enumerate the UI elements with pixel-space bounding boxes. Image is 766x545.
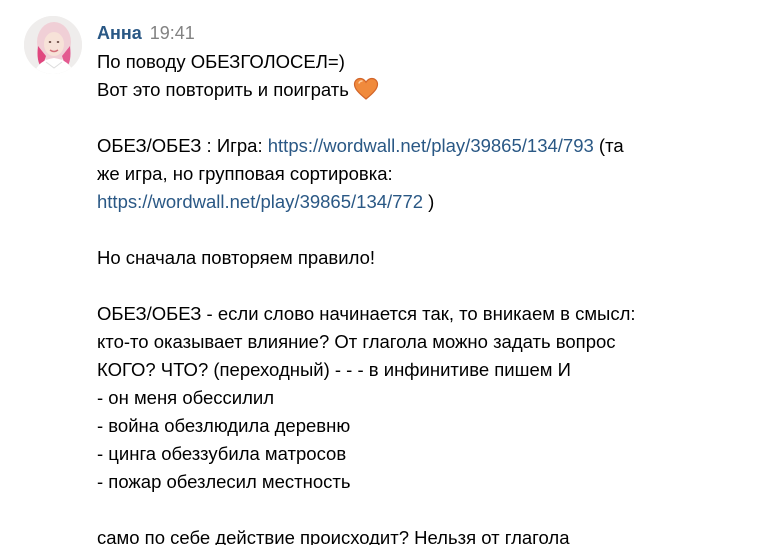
text-line: - война обезлюдила деревню [97, 412, 757, 440]
text-span: По поводу ОБЕЗГОЛОСЕЛ=) [97, 51, 345, 72]
message-time[interactable]: 19:41 [150, 23, 195, 43]
text-span: - война обезлюдила деревню [97, 415, 351, 436]
text-line: Но сначала повторяем правило! [97, 244, 757, 272]
text-line: - он меня обессилил [97, 384, 757, 412]
message-header: Анна 19:41 [97, 20, 195, 46]
author-name[interactable]: Анна [97, 23, 142, 43]
text-span: - цинга обеззубила матросов [97, 443, 347, 464]
text-span: кто-то оказывает влияние? От глагола мож… [97, 331, 616, 352]
text-line: кто-то оказывает влияние? От глагола мож… [97, 328, 757, 356]
text-span: Но сначала повторяем правило! [97, 247, 376, 268]
text-span: само по себе действие происходит? Нельзя… [97, 527, 570, 545]
text-span: ОБЕЗ/ОБЕЗ : Игра: [97, 135, 268, 156]
text-line: же игра, но групповая сортировка: [97, 160, 757, 188]
text-line: - цинга обеззубила матросов [97, 440, 757, 468]
text-span: - пожар обезлесил местность [97, 471, 351, 492]
text-span: ) [423, 191, 435, 212]
text-line: https://wordwall.net/play/39865/134/772 … [97, 188, 757, 216]
text-span: КОГО? ЧТО? (переходный) - - - в инфинити… [97, 359, 571, 380]
text-line: - пожар обезлесил местность [97, 468, 757, 496]
text-span: Вот это повторить и поиграть [97, 79, 349, 100]
text-span: - он меня обессилил [97, 387, 275, 408]
heart-emoji-icon [353, 77, 379, 101]
text-line: само по себе действие происходит? Нельзя… [97, 524, 757, 545]
avatar[interactable] [24, 16, 82, 74]
text-span: ОБЕЗ/ОБЕЗ - если слово начинается так, т… [97, 303, 636, 324]
text-line: ОБЕЗ/ОБЕЗ : Игра: https://wordwall.net/p… [97, 132, 757, 160]
avatar-photo [24, 16, 82, 74]
text-line: ОБЕЗ/ОБЕЗ - если слово начинается так, т… [97, 300, 757, 328]
text-span: (та [593, 135, 624, 156]
group-sort-link[interactable]: https://wordwall.net/play/39865/134/772 [97, 191, 423, 212]
message-text: По поводу ОБЕЗГОЛОСЕЛ=) Вот это повторит… [97, 48, 757, 545]
text-line: Вот это повторить и поиграть [97, 76, 757, 104]
game-link[interactable]: https://wordwall.net/play/39865/134/793 [268, 135, 594, 156]
text-line: КОГО? ЧТО? (переходный) - - - в инфинити… [97, 356, 757, 384]
text-line: По поводу ОБЕЗГОЛОСЕЛ=) [97, 48, 757, 76]
text-span: же игра, но групповая сортировка: [97, 163, 393, 184]
